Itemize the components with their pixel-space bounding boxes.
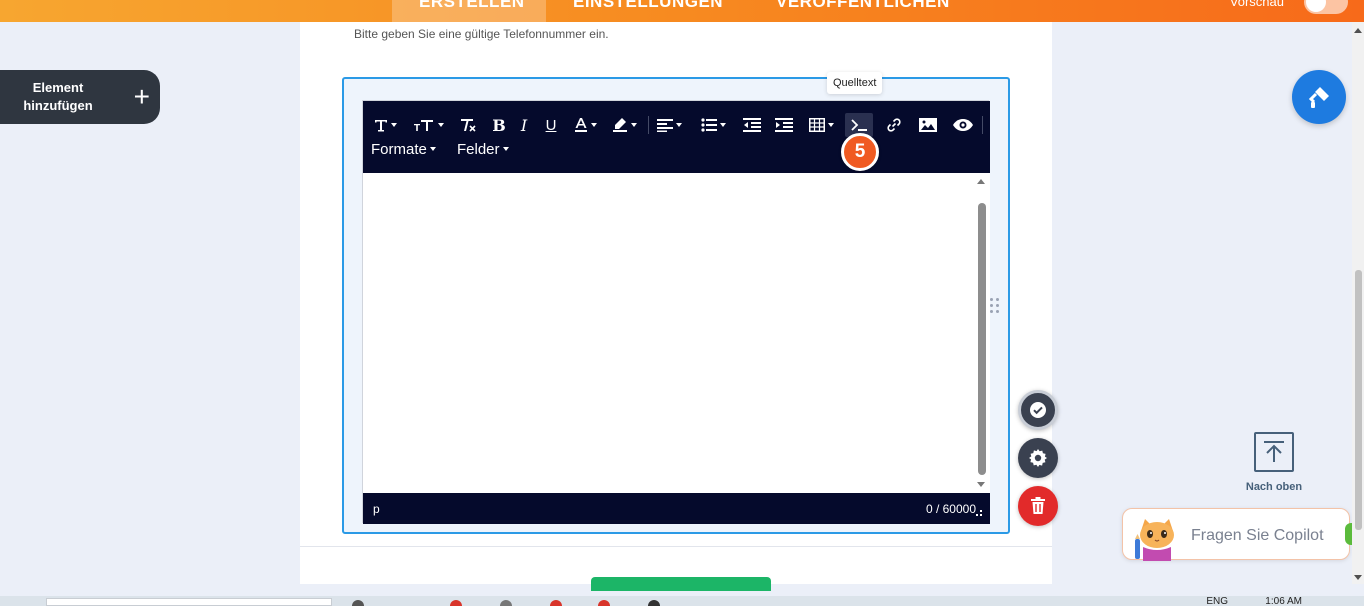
taskbar-app-icon[interactable] [450,600,462,606]
back-to-top-label: Nach oben [1245,481,1303,493]
image-icon[interactable] [917,113,939,137]
clear-format-icon[interactable] [457,113,479,137]
underline-icon[interactable]: U [541,113,561,137]
indent-icon[interactable] [773,113,795,137]
settings-button[interactable] [1018,438,1058,478]
add-element-button[interactable]: Element hinzufügen + [0,70,160,124]
formats-label: Formate [371,140,427,158]
char-counter: 0 / 60000 [925,502,976,516]
bold-icon[interactable]: B [489,113,509,137]
scroll-up-arrow[interactable] [977,179,985,184]
back-to-top[interactable]: Nach oben [1236,432,1312,493]
phone-hint-text: Bitte geben Sie eine gültige Telefonnumm… [354,27,609,41]
add-element-label: Element hinzufügen [23,80,93,113]
arrow-up-icon [1254,432,1294,472]
divider [300,546,1052,547]
align-icon[interactable] [653,113,685,137]
toolbar-separator [648,116,649,134]
rich-text-editor: B I U Formate Felder p 0 / 60000 [362,100,990,524]
taskbar-app-icon[interactable] [648,600,660,606]
copilot-label: Fragen Sie Copilot [1191,527,1324,544]
copilot-cat-avatar-icon [1129,513,1185,561]
copilot-button[interactable]: Fragen Sie Copilot [1122,508,1357,561]
scroll-down-arrow[interactable] [977,482,985,487]
fields-dropdown[interactable]: Felder [457,137,509,161]
toolbar-separator [982,116,983,134]
taskbar-clock[interactable]: 1:06 AM [1265,597,1302,606]
check-circle-icon [1030,402,1046,418]
paint-roller-icon [1308,87,1329,108]
scroll-down-arrow[interactable] [1354,575,1362,580]
fields-label: Felder [457,140,500,158]
font-size-icon[interactable] [411,113,445,137]
taskbar-app-icon[interactable] [550,600,562,606]
scroll-thumb[interactable] [978,203,986,475]
taskbar-app-icon[interactable] [500,600,512,606]
design-fab-button[interactable] [1292,70,1346,124]
bullet-list-icon[interactable] [697,113,729,137]
delete-button[interactable] [1018,486,1058,526]
trash-icon [1031,497,1045,514]
tab-veroeffentlichen[interactable]: VERÖFFENTLICHEN [776,0,950,22]
highlight-icon[interactable] [609,113,639,137]
editor-statusbar: p 0 / 60000 [363,493,990,524]
os-taskbar: ENG 1:06 AM [0,596,1364,606]
formats-dropdown[interactable]: Formate [371,137,436,161]
italic-icon[interactable]: I [515,113,533,137]
top-nav-bar: ERSTELLEN EINSTELLUNGEN VERÖFFENTLICHEN … [0,0,1364,22]
editor-content-area[interactable] [363,173,990,493]
preview-label: Vorschau [1229,0,1284,9]
element-path[interactable]: p [373,502,380,516]
submit-button[interactable] [591,577,771,591]
scroll-up-arrow[interactable] [1354,28,1362,33]
language-indicator[interactable]: ENG [1206,597,1228,606]
confirm-button[interactable] [1018,390,1058,430]
source-code-tooltip: Quelltext [827,72,883,94]
editor-toolbar: B I U Formate Felder [363,101,990,173]
tab-erstellen[interactable]: ERSTELLEN [392,0,546,22]
tab-einstellungen[interactable]: EINSTELLUNGEN [573,0,723,22]
gear-icon [1029,449,1047,467]
font-family-icon[interactable] [371,113,399,137]
editor-scrollbar[interactable] [974,173,988,493]
text-color-icon[interactable] [571,113,599,137]
taskbar-app-icon[interactable] [598,600,610,606]
plus-icon: + [133,81,150,112]
page-scroll-thumb[interactable] [1355,270,1362,530]
table-icon[interactable] [805,113,837,137]
link-icon[interactable] [883,113,905,137]
page-scrollbar[interactable] [1352,22,1364,584]
outdent-icon[interactable] [741,113,763,137]
taskbar-app-icon[interactable] [352,600,364,606]
step-badge: 5 [841,133,879,171]
drag-handle-icon[interactable] [990,298,1002,316]
preview-eye-icon[interactable] [949,113,977,137]
taskbar-search[interactable] [46,598,332,606]
resize-grip-icon[interactable] [976,510,982,516]
